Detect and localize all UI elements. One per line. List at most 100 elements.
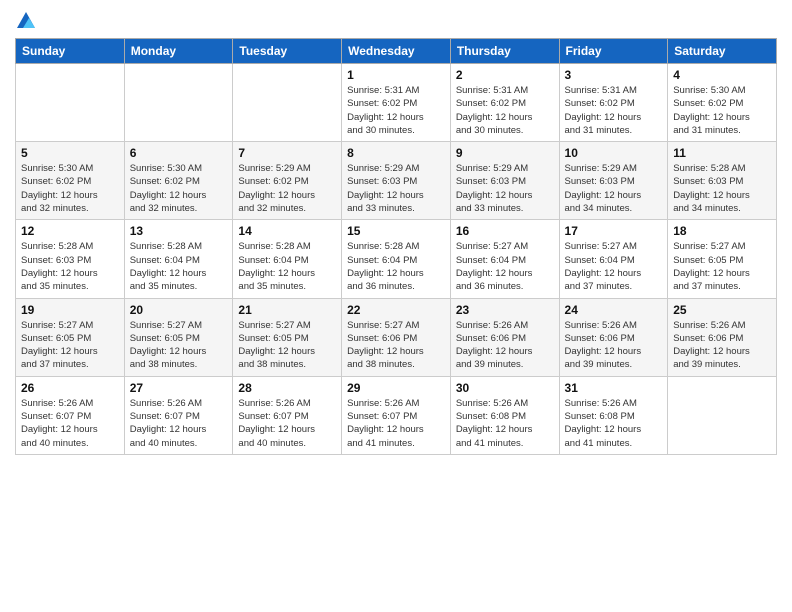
day-info: Sunrise: 5:30 AM Sunset: 6:02 PM Dayligh…: [130, 162, 228, 215]
calendar-cell: 9 Sunrise: 5:29 AM Sunset: 6:03 PM Daylig…: [450, 142, 559, 220]
day-info: Sunrise: 5:26 AM Sunset: 6:07 PM Dayligh…: [238, 397, 336, 450]
day-info: Sunrise: 5:27 AM Sunset: 6:05 PM Dayligh…: [673, 240, 771, 293]
weekday-header-wednesday: Wednesday: [342, 39, 451, 64]
day-info: Sunrise: 5:26 AM Sunset: 6:07 PM Dayligh…: [130, 397, 228, 450]
calendar-cell: 1 Sunrise: 5:31 AM Sunset: 6:02 PM Daylig…: [342, 64, 451, 142]
day-info: Sunrise: 5:26 AM Sunset: 6:06 PM Dayligh…: [673, 319, 771, 372]
logo-icon: [15, 10, 37, 32]
calendar-cell: 5 Sunrise: 5:30 AM Sunset: 6:02 PM Daylig…: [16, 142, 125, 220]
calendar-cell: 14 Sunrise: 5:28 AM Sunset: 6:04 PM Dayli…: [233, 220, 342, 298]
weekday-header-tuesday: Tuesday: [233, 39, 342, 64]
day-number: 9: [456, 146, 554, 160]
day-number: 15: [347, 224, 445, 238]
calendar-cell: [668, 376, 777, 454]
day-info: Sunrise: 5:26 AM Sunset: 6:08 PM Dayligh…: [565, 397, 663, 450]
day-number: 30: [456, 381, 554, 395]
calendar-cell: 28 Sunrise: 5:26 AM Sunset: 6:07 PM Dayli…: [233, 376, 342, 454]
calendar-cell: 19 Sunrise: 5:27 AM Sunset: 6:05 PM Dayli…: [16, 298, 125, 376]
calendar-cell: 4Sunrise: 5:30 AM Sunset: 6:02 PM Daylig…: [668, 64, 777, 142]
calendar-table: SundayMondayTuesdayWednesdayThursdayFrid…: [15, 38, 777, 455]
day-info: Sunrise: 5:27 AM Sunset: 6:04 PM Dayligh…: [565, 240, 663, 293]
calendar-cell: 24 Sunrise: 5:26 AM Sunset: 6:06 PM Dayli…: [559, 298, 668, 376]
day-info: Sunrise: 5:28 AM Sunset: 6:03 PM Dayligh…: [673, 162, 771, 215]
day-number: 10: [565, 146, 663, 160]
week-row: 1 Sunrise: 5:31 AM Sunset: 6:02 PM Daylig…: [16, 64, 777, 142]
day-number: 24: [565, 303, 663, 317]
calendar-cell: 6Sunrise: 5:30 AM Sunset: 6:02 PM Daylig…: [124, 142, 233, 220]
day-info: Sunrise: 5:27 AM Sunset: 6:06 PM Dayligh…: [347, 319, 445, 372]
day-info: Sunrise: 5:29 AM Sunset: 6:03 PM Dayligh…: [456, 162, 554, 215]
day-number: 14: [238, 224, 336, 238]
day-info: Sunrise: 5:26 AM Sunset: 6:06 PM Dayligh…: [565, 319, 663, 372]
calendar-cell: [124, 64, 233, 142]
day-info: Sunrise: 5:28 AM Sunset: 6:03 PM Dayligh…: [21, 240, 119, 293]
week-row: 5 Sunrise: 5:30 AM Sunset: 6:02 PM Daylig…: [16, 142, 777, 220]
day-number: 5: [21, 146, 119, 160]
day-number: 17: [565, 224, 663, 238]
calendar-cell: 29 Sunrise: 5:26 AM Sunset: 6:07 PM Dayli…: [342, 376, 451, 454]
day-info: Sunrise: 5:29 AM Sunset: 6:03 PM Dayligh…: [565, 162, 663, 215]
day-info: Sunrise: 5:26 AM Sunset: 6:06 PM Dayligh…: [456, 319, 554, 372]
calendar-cell: 11 Sunrise: 5:28 AM Sunset: 6:03 PM Dayli…: [668, 142, 777, 220]
day-info: Sunrise: 5:29 AM Sunset: 6:03 PM Dayligh…: [347, 162, 445, 215]
day-number: 23: [456, 303, 554, 317]
calendar-cell: 22 Sunrise: 5:27 AM Sunset: 6:06 PM Dayli…: [342, 298, 451, 376]
calendar-body: 1 Sunrise: 5:31 AM Sunset: 6:02 PM Daylig…: [16, 64, 777, 455]
calendar-cell: 7 Sunrise: 5:29 AM Sunset: 6:02 PM Daylig…: [233, 142, 342, 220]
day-number: 22: [347, 303, 445, 317]
day-info: Sunrise: 5:31 AM Sunset: 6:02 PM Dayligh…: [347, 84, 445, 137]
weekday-row: SundayMondayTuesdayWednesdayThursdayFrid…: [16, 39, 777, 64]
day-number: 19: [21, 303, 119, 317]
day-number: 29: [347, 381, 445, 395]
day-number: 21: [238, 303, 336, 317]
day-info: Sunrise: 5:30 AM Sunset: 6:02 PM Dayligh…: [21, 162, 119, 215]
calendar-cell: 25 Sunrise: 5:26 AM Sunset: 6:06 PM Dayli…: [668, 298, 777, 376]
calendar-cell: 20Sunrise: 5:27 AM Sunset: 6:05 PM Dayli…: [124, 298, 233, 376]
day-info: Sunrise: 5:30 AM Sunset: 6:02 PM Dayligh…: [673, 84, 771, 137]
week-row: 12 Sunrise: 5:28 AM Sunset: 6:03 PM Dayli…: [16, 220, 777, 298]
day-info: Sunrise: 5:31 AM Sunset: 6:02 PM Dayligh…: [565, 84, 663, 137]
calendar-cell: 31 Sunrise: 5:26 AM Sunset: 6:08 PM Dayli…: [559, 376, 668, 454]
day-info: Sunrise: 5:27 AM Sunset: 6:05 PM Dayligh…: [21, 319, 119, 372]
day-number: 26: [21, 381, 119, 395]
day-number: 27: [130, 381, 228, 395]
day-info: Sunrise: 5:31 AM Sunset: 6:02 PM Dayligh…: [456, 84, 554, 137]
weekday-header-saturday: Saturday: [668, 39, 777, 64]
day-number: 31: [565, 381, 663, 395]
weekday-header-thursday: Thursday: [450, 39, 559, 64]
calendar-cell: 16Sunrise: 5:27 AM Sunset: 6:04 PM Dayli…: [450, 220, 559, 298]
day-number: 12: [21, 224, 119, 238]
week-row: 26 Sunrise: 5:26 AM Sunset: 6:07 PM Dayli…: [16, 376, 777, 454]
day-number: 18: [673, 224, 771, 238]
day-number: 7: [238, 146, 336, 160]
calendar-cell: 21 Sunrise: 5:27 AM Sunset: 6:05 PM Dayli…: [233, 298, 342, 376]
day-info: Sunrise: 5:27 AM Sunset: 6:05 PM Dayligh…: [238, 319, 336, 372]
day-info: Sunrise: 5:28 AM Sunset: 6:04 PM Dayligh…: [347, 240, 445, 293]
day-number: 20: [130, 303, 228, 317]
calendar-cell: 18 Sunrise: 5:27 AM Sunset: 6:05 PM Dayli…: [668, 220, 777, 298]
calendar-cell: [16, 64, 125, 142]
calendar-cell: 30Sunrise: 5:26 AM Sunset: 6:08 PM Dayli…: [450, 376, 559, 454]
day-info: Sunrise: 5:28 AM Sunset: 6:04 PM Dayligh…: [238, 240, 336, 293]
day-number: 1: [347, 68, 445, 82]
day-info: Sunrise: 5:29 AM Sunset: 6:02 PM Dayligh…: [238, 162, 336, 215]
calendar-cell: [233, 64, 342, 142]
calendar-cell: 27 Sunrise: 5:26 AM Sunset: 6:07 PM Dayli…: [124, 376, 233, 454]
day-number: 13: [130, 224, 228, 238]
calendar-cell: 23 Sunrise: 5:26 AM Sunset: 6:06 PM Dayli…: [450, 298, 559, 376]
day-number: 28: [238, 381, 336, 395]
logo: [15, 10, 37, 32]
weekday-header-sunday: Sunday: [16, 39, 125, 64]
day-info: Sunrise: 5:26 AM Sunset: 6:07 PM Dayligh…: [21, 397, 119, 450]
day-number: 11: [673, 146, 771, 160]
calendar-cell: 13Sunrise: 5:28 AM Sunset: 6:04 PM Dayli…: [124, 220, 233, 298]
header: [15, 10, 777, 32]
weekday-header-monday: Monday: [124, 39, 233, 64]
calendar-cell: 10 Sunrise: 5:29 AM Sunset: 6:03 PM Dayli…: [559, 142, 668, 220]
day-number: 2: [456, 68, 554, 82]
day-info: Sunrise: 5:26 AM Sunset: 6:07 PM Dayligh…: [347, 397, 445, 450]
calendar-cell: 15 Sunrise: 5:28 AM Sunset: 6:04 PM Dayli…: [342, 220, 451, 298]
calendar-cell: 26 Sunrise: 5:26 AM Sunset: 6:07 PM Dayli…: [16, 376, 125, 454]
day-number: 25: [673, 303, 771, 317]
week-row: 19 Sunrise: 5:27 AM Sunset: 6:05 PM Dayli…: [16, 298, 777, 376]
